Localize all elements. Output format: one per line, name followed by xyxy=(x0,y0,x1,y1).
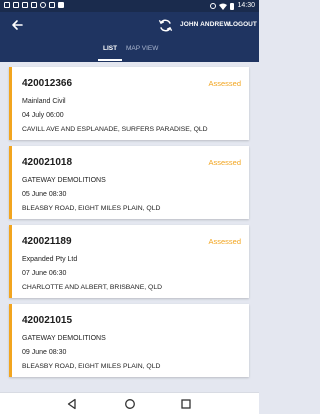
job-address: CHARLOTTE AND ALBERT, BRISBANE, QLD xyxy=(22,284,163,291)
job-date: 05 June 08:30 xyxy=(22,191,67,198)
job-address: BLEASBY ROAD, EIGHT MILES PLAIN, QLD xyxy=(22,205,161,212)
home-circle-icon[interactable] xyxy=(124,398,136,410)
job-address: CAVILL AVE AND ESPLANADE, SURFERS PARADI… xyxy=(22,126,208,133)
company-name: GATEWAY DEMOLITIONS xyxy=(22,335,106,342)
photo-icon xyxy=(31,2,37,8)
image-icon xyxy=(13,2,19,8)
back-triangle-icon[interactable] xyxy=(66,398,78,410)
logout-button[interactable]: LOGOUT xyxy=(229,21,257,28)
view-tabs: LIST MAP VIEW xyxy=(0,40,259,62)
refresh-icon[interactable] xyxy=(158,18,173,33)
job-number: 420021018 xyxy=(22,157,73,168)
status-badge: Assessed xyxy=(208,237,241,246)
job-list[interactable]: 420012366 Assessed Mainland Civil 04 Jul… xyxy=(0,62,259,386)
robot-icon xyxy=(40,2,46,8)
status-badge: Assessed xyxy=(208,158,241,167)
job-date: 07 June 06:30 xyxy=(22,270,67,277)
job-date: 09 June 08:30 xyxy=(22,349,67,356)
company-name: GATEWAY DEMOLITIONS xyxy=(22,177,106,184)
battery-icon xyxy=(230,2,235,10)
notification-icons xyxy=(4,2,64,8)
clock-time: 14:30 xyxy=(237,2,255,9)
user-name: JOHN ANDREW xyxy=(180,21,230,28)
job-card[interactable]: 420021015 GATEWAY DEMOLITIONS 09 June 08… xyxy=(9,304,249,377)
recents-square-icon[interactable] xyxy=(180,398,192,410)
active-tab-indicator xyxy=(98,59,122,61)
company-name: Mainland Civil xyxy=(22,98,66,105)
company-name: Expanded Pty Ltd xyxy=(22,256,78,263)
job-card[interactable]: 420021189 Assessed Expanded Pty Ltd 07 J… xyxy=(9,225,249,298)
screenshot-icon xyxy=(4,2,10,8)
job-card[interactable]: 420012366 Assessed Mainland Civil 04 Jul… xyxy=(9,67,249,140)
arrow-left-icon[interactable] xyxy=(10,18,24,32)
job-date: 04 July 06:00 xyxy=(22,112,64,119)
system-icons: 14:30 xyxy=(210,2,255,10)
sd-card-icon xyxy=(22,2,28,8)
wifi-icon xyxy=(219,3,228,10)
system-nav-bar xyxy=(0,392,259,414)
tab-list[interactable]: LIST xyxy=(103,45,117,52)
gallery-icon xyxy=(49,2,55,8)
status-bar: 14:30 xyxy=(0,0,259,12)
job-number: 420021015 xyxy=(22,315,73,326)
do-not-disturb-icon xyxy=(210,3,217,9)
lock-icon xyxy=(58,2,64,8)
job-number: 420012366 xyxy=(22,78,73,89)
job-address: BLEASBY ROAD, EIGHT MILES PLAIN, QLD xyxy=(22,363,161,370)
job-card[interactable]: 420021018 Assessed GATEWAY DEMOLITIONS 0… xyxy=(9,146,249,219)
tab-map-view[interactable]: MAP VIEW xyxy=(126,45,158,52)
job-number: 420021189 xyxy=(22,236,72,247)
status-badge: Assessed xyxy=(208,79,241,88)
app-header: JOHN ANDREW LOGOUT xyxy=(0,12,259,40)
